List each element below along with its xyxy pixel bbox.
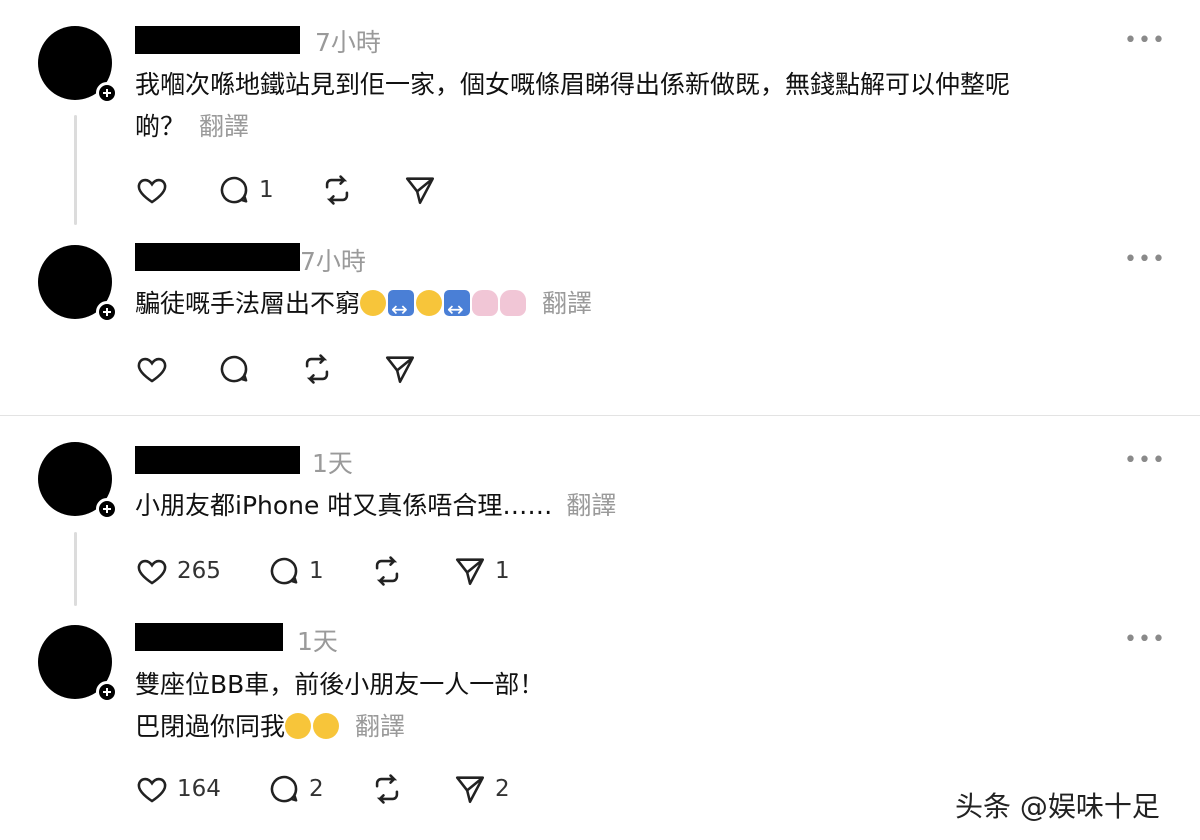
heart-icon xyxy=(137,559,167,585)
reply-button[interactable]: 1 xyxy=(267,554,324,588)
post-text-line1: 雙座位BB車，前後小朋友一人一部！ xyxy=(135,670,545,699)
smiling-face-emoji xyxy=(360,290,387,316)
left-right-arrow-emoji xyxy=(444,288,471,330)
comment-icon xyxy=(220,176,248,204)
translate-link[interactable]: 翻譯 xyxy=(355,712,405,741)
share-button[interactable]: 1 xyxy=(453,554,510,588)
like-button[interactable]: 164 xyxy=(135,772,221,806)
tears-of-joy-emoji xyxy=(313,713,340,739)
watermark: 头条 @娱味十足 xyxy=(955,790,1160,823)
like-button[interactable] xyxy=(135,352,169,386)
reply-button[interactable]: 2 xyxy=(267,772,324,806)
send-icon xyxy=(455,558,485,586)
more-options-icon[interactable]: ••• xyxy=(1124,627,1166,652)
more-options-icon[interactable]: ••• xyxy=(1124,28,1166,53)
send-icon xyxy=(405,177,435,205)
post-time: 1天 xyxy=(312,449,353,478)
thread-line xyxy=(74,115,77,225)
translate-link[interactable]: 翻譯 xyxy=(566,491,616,520)
comment-icon xyxy=(270,775,298,803)
thread-line xyxy=(74,532,77,606)
repost-icon xyxy=(325,175,349,205)
left-right-arrow-emoji xyxy=(388,288,415,330)
post-text-line2: 啲？ xyxy=(135,112,186,141)
repost-icon xyxy=(375,556,399,586)
like-button[interactable]: 265 xyxy=(135,554,221,588)
avatar[interactable] xyxy=(38,245,118,323)
post-time: 7小時 xyxy=(300,247,366,276)
like-count: 265 xyxy=(177,558,221,584)
more-options-icon[interactable]: ••• xyxy=(1124,448,1166,473)
repost-button[interactable] xyxy=(320,173,354,207)
post-text-line1: 我嗰次喺地鐵站見到佢一家，個女嘅條眉睇得出係新做既，無錢點解可以仲整呢 xyxy=(135,70,1011,99)
section-divider xyxy=(0,415,1200,416)
share-count: 2 xyxy=(495,776,510,802)
reply-button[interactable]: 1 xyxy=(217,173,274,207)
repost-button[interactable] xyxy=(370,554,404,588)
heart-icon xyxy=(137,357,167,383)
post-text: 小朋友都iPhone 咁又真係唔合理…… 翻譯 xyxy=(135,485,616,527)
username-redacted[interactable] xyxy=(135,26,300,54)
send-icon xyxy=(455,776,485,804)
follow-plus-icon[interactable] xyxy=(96,82,118,104)
share-count: 1 xyxy=(495,558,510,584)
heart-icon xyxy=(137,178,167,204)
comment-icon xyxy=(220,355,248,383)
like-count: 164 xyxy=(177,776,221,802)
comment-icon xyxy=(270,557,298,585)
post-text: 雙座位BB車，前後小朋友一人一部！ 巴閉過你同我 翻譯 xyxy=(135,664,544,748)
reply-count: 1 xyxy=(259,177,274,203)
repost-button[interactable] xyxy=(370,772,404,806)
username-redacted[interactable] xyxy=(135,243,300,271)
share-button[interactable] xyxy=(403,173,437,207)
repost-icon xyxy=(375,774,399,804)
share-button[interactable] xyxy=(383,352,417,386)
post-text: 騙徒嘅手法層出不窮 翻譯 xyxy=(135,283,592,330)
follow-plus-icon[interactable] xyxy=(96,301,118,323)
share-button[interactable]: 2 xyxy=(453,772,510,806)
reply-count: 1 xyxy=(309,558,324,584)
repost-icon xyxy=(305,354,329,384)
reply-count: 2 xyxy=(309,776,324,802)
repost-button[interactable] xyxy=(300,352,334,386)
reply-button[interactable] xyxy=(217,352,251,386)
post-text: 我嗰次喺地鐵站見到佢一家，個女嘅條眉睇得出係新做既，無錢點解可以仲整呢 啲？ 翻譯 xyxy=(135,64,1010,148)
person-shrugging-emoji xyxy=(500,290,527,316)
tears-of-joy-emoji xyxy=(285,713,312,739)
smiling-face-emoji xyxy=(416,290,443,316)
post-text-line1: 小朋友都iPhone 咁又真係唔合理…… xyxy=(135,491,553,520)
send-icon xyxy=(385,356,415,384)
post-time: 7小時 xyxy=(315,28,381,57)
person-shrugging-emoji xyxy=(472,290,499,316)
post-text-line1: 騙徒嘅手法層出不窮 xyxy=(135,289,361,318)
avatar[interactable] xyxy=(38,625,118,703)
username-redacted[interactable] xyxy=(135,446,300,474)
follow-plus-icon[interactable] xyxy=(96,681,118,703)
heart-icon xyxy=(137,777,167,803)
translate-link[interactable]: 翻譯 xyxy=(199,112,249,141)
follow-plus-icon[interactable] xyxy=(96,498,118,520)
username-redacted[interactable] xyxy=(135,623,283,651)
more-options-icon[interactable]: ••• xyxy=(1124,247,1166,272)
avatar[interactable] xyxy=(38,442,118,520)
post-time: 1天 xyxy=(297,627,338,656)
post-text-line2: 巴閉過你同我 xyxy=(135,712,286,741)
like-button[interactable] xyxy=(135,173,177,207)
translate-link[interactable]: 翻譯 xyxy=(542,289,592,318)
avatar[interactable] xyxy=(38,26,118,104)
